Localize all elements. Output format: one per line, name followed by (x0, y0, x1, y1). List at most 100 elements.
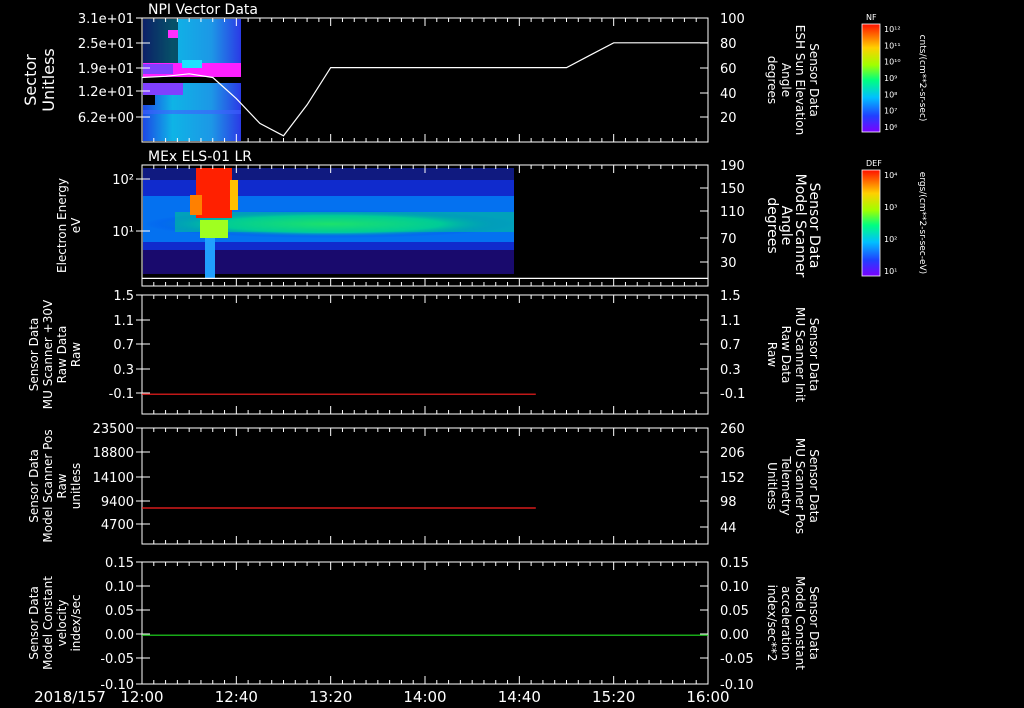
right-y-axis-label: MU Scanner Init (793, 307, 807, 402)
y-axis-label: Sensor Data (27, 318, 41, 392)
right-y-axis-label: Sensor Data (807, 449, 821, 523)
colorbar-tick-label: 10¹ (884, 267, 897, 276)
colorbar-tick-label: 10¹⁰ (884, 58, 901, 67)
right-y-tick-label: -0.10 (720, 678, 754, 693)
y-axis-label: velocity (55, 600, 69, 647)
right-y-tick-label: -0.05 (720, 652, 754, 667)
y-axis-label: Model Scanner Pos (41, 429, 55, 542)
right-y-axis-label: index/sec**2 (765, 585, 779, 662)
colorbar-units: ergs/(cm**2-sr-sec-eV) (917, 172, 927, 274)
y-tick-label: 0.3 (113, 363, 134, 378)
colorbar (861, 169, 881, 277)
panel1-spectrogram (143, 19, 241, 141)
y-tick-label: -0.10 (100, 678, 134, 693)
x-tick-label: 15:20 (592, 688, 635, 706)
y-tick-label: 18800 (93, 446, 134, 461)
right-y-tick-label: 206 (720, 446, 745, 461)
right-y-tick-label: 44 (720, 521, 737, 536)
y-tick-label: 6.2e+00 (78, 111, 134, 126)
colorbar-tick-label: 10² (884, 235, 897, 244)
y-tick-label: 14100 (93, 471, 134, 486)
right-y-tick-label: 1.5 (720, 289, 741, 304)
right-y-tick-label: 20 (720, 111, 737, 126)
panel3-frame (141, 294, 709, 415)
right-y-tick-label: 150 (720, 182, 745, 197)
right-y-axis-label: Raw Data (779, 326, 793, 384)
panel2-spectrogram (143, 168, 515, 278)
y-tick-label: 1.9e+01 (78, 62, 134, 77)
colorbar-tick-label: 10⁹ (884, 74, 897, 83)
panel-title: NPI Vector Data (148, 2, 258, 18)
y-tick-label: 1.5 (113, 289, 134, 304)
right-y-tick-label: 110 (720, 205, 745, 220)
colorbar-units: cnts/(cm**2-sr-sec) (917, 35, 927, 122)
colorbar-tick-label: 10¹¹ (884, 41, 901, 50)
right-y-tick-label: 100 (720, 12, 745, 27)
colorbar (861, 23, 881, 133)
y-tick-label: 10¹ (112, 225, 134, 240)
x-tick-label: 12:40 (215, 688, 258, 706)
right-y-axis-label: degrees (764, 197, 780, 253)
x-tick-label: 14:40 (498, 688, 541, 706)
y-tick-label: 1.2e+01 (78, 85, 134, 100)
right-y-axis-label: ESH Sun Elevation (793, 25, 807, 135)
y-tick-label: -0.1 (109, 387, 134, 402)
right-y-axis-label: Sensor Data (807, 318, 821, 392)
right-y-axis-label: MU Scanner Pos (793, 438, 807, 534)
colorbar-tick-label: 10⁶ (884, 123, 897, 132)
right-y-axis-label: Sensor Data (807, 43, 821, 117)
y-tick-label: 2.5e+01 (78, 37, 134, 52)
y-tick-label: 0.10 (105, 580, 134, 595)
y-tick-label: 0.00 (105, 628, 134, 643)
y-axis-label: Sensor Data (27, 449, 41, 523)
right-y-axis-label: Raw (765, 342, 779, 367)
right-y-tick-label: 98 (720, 495, 737, 510)
right-y-tick-label: 0.7 (720, 338, 741, 353)
y-tick-label: 4700 (101, 518, 134, 533)
y-axis-label: index/sec (69, 594, 83, 651)
colorbar-label: DEF (866, 159, 882, 168)
panel5-frame (141, 561, 709, 685)
right-y-tick-label: 30 (720, 256, 737, 271)
right-y-tick-label: 1.1 (720, 314, 741, 329)
right-y-tick-label: 0.10 (720, 580, 749, 595)
right-y-tick-label: 0.15 (720, 556, 749, 571)
y-axis-label: Model Constant (41, 576, 55, 670)
colorbar-tick-label: 10¹² (884, 25, 901, 34)
y-tick-label: 1.1 (113, 314, 134, 329)
right-y-tick-label: 152 (720, 471, 745, 486)
y-axis-label: Unitless (39, 48, 58, 112)
y-axis-label: Raw (69, 342, 83, 367)
y-axis-label: Raw (55, 473, 69, 498)
y-tick-label: 0.15 (105, 556, 134, 571)
colorbar-tick-label: 10⁴ (884, 171, 897, 180)
right-y-tick-label: 70 (720, 232, 737, 247)
x-tick-label: 14:00 (403, 688, 446, 706)
y-axis-label: Electron Energy (55, 178, 69, 273)
spectrogram-stack-plot: 12:00 12:40 13:20 14:00 14:40 15:20 16:002018/… (21, 2, 927, 706)
colorbar-label: NF (866, 13, 877, 22)
panel-title: MEx ELS-01 LR (148, 149, 252, 165)
right-y-axis-label: Angle (779, 63, 793, 97)
colorbar-tick-label: 10⁸ (884, 90, 897, 99)
right-y-axis-label: Unitless (765, 462, 779, 510)
colorbar-tick-label: 10³ (884, 203, 897, 212)
y-axis-label: MU Scanner +30V (41, 299, 55, 409)
right-y-axis-label: Sensor Data (807, 586, 821, 660)
right-y-tick-label: 40 (720, 87, 737, 102)
right-y-tick-label: 0.3 (720, 363, 741, 378)
right-y-tick-label: 260 (720, 422, 745, 437)
y-axis-label: unitless (69, 463, 83, 509)
y-tick-label: 0.7 (113, 338, 134, 353)
x-tick-label: 13:20 (309, 688, 352, 706)
right-y-tick-label: 80 (720, 37, 737, 52)
right-y-axis-label: Telemetry (779, 455, 793, 515)
right-y-tick-label: 0.00 (720, 628, 749, 643)
right-y-tick-label: -0.1 (720, 387, 745, 402)
right-y-axis-label: Model Constant (793, 576, 807, 670)
colorbar-tick-label: 10⁷ (884, 107, 897, 116)
y-tick-label: 10² (112, 173, 134, 188)
right-y-axis-label: acceleration (779, 586, 793, 660)
y-axis-label: Sector (21, 54, 40, 106)
date-label: 2018/157 (34, 688, 106, 706)
